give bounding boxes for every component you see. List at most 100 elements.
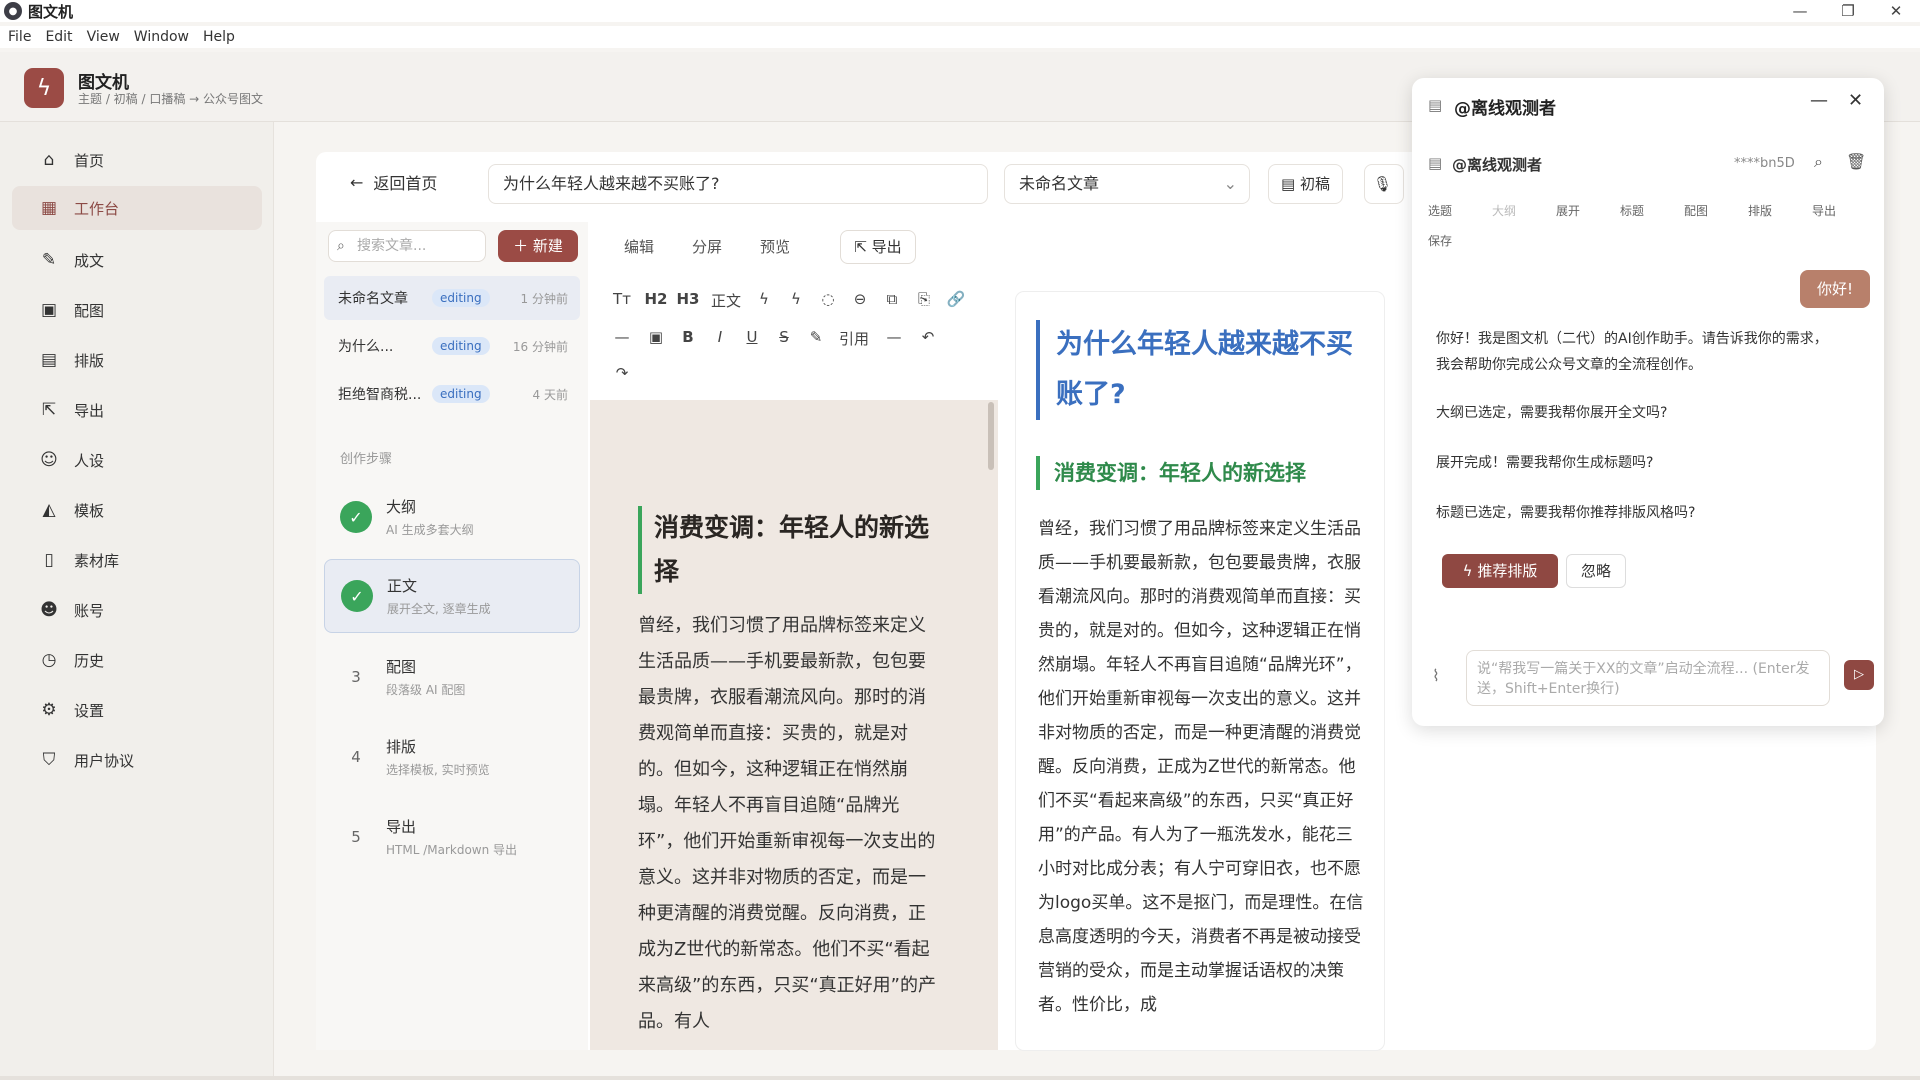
tool-title[interactable]: 标题 bbox=[1620, 202, 1644, 219]
sidebar-item-accounts[interactable]: ☻ 账号 bbox=[12, 588, 262, 632]
step-number: 5 bbox=[351, 828, 361, 846]
bold-button[interactable]: B bbox=[674, 328, 702, 346]
sidebar-item-persona[interactable]: ☺ 人设 bbox=[12, 438, 262, 482]
italic-button[interactable]: I bbox=[706, 328, 734, 346]
tool-export[interactable]: 导出 bbox=[1812, 202, 1836, 219]
sidebar-item-home[interactable]: ⌂ 首页 bbox=[12, 138, 262, 182]
tool-expand[interactable]: 展开 bbox=[1556, 202, 1580, 219]
divider-icon[interactable]: — bbox=[608, 328, 636, 346]
send-button[interactable]: ▷ bbox=[1844, 660, 1874, 690]
export-button[interactable]: ⇱ 导出 bbox=[840, 230, 916, 264]
drop-icon[interactable]: ◌ bbox=[814, 290, 842, 308]
sidebar-item-label: 模板 bbox=[74, 501, 105, 520]
microphone-button[interactable]: 🎙 bbox=[1364, 164, 1404, 204]
trash-icon[interactable]: 🗑 bbox=[1846, 152, 1866, 171]
preview-heading: 消费变调：年轻人的新选择 bbox=[1036, 456, 1306, 490]
ignore-button[interactable]: 忽略 bbox=[1566, 554, 1626, 588]
sidebar-item-label: 配图 bbox=[74, 301, 105, 320]
clipboard-icon[interactable]: ⎘ bbox=[910, 290, 938, 308]
sidebar-item-label: 导出 bbox=[74, 401, 105, 420]
sidebar-item-images[interactable]: ▣ 配图 bbox=[12, 288, 262, 332]
grid-icon: ▦ bbox=[40, 198, 58, 218]
list-item[interactable]: 拒绝智商税... editing 4 天前 bbox=[324, 372, 580, 416]
quote-button[interactable]: 引用 bbox=[834, 328, 874, 349]
microphone-icon: 🎙 bbox=[1373, 175, 1393, 193]
sidebar-item-label: 成文 bbox=[74, 251, 105, 270]
close-icon[interactable]: ✕ bbox=[1872, 0, 1920, 22]
tool-save[interactable]: 保存 bbox=[1428, 232, 1452, 249]
list-item[interactable]: 未命名文章 editing 1 分钟前 bbox=[324, 276, 580, 320]
menu-window[interactable]: Window bbox=[134, 29, 189, 45]
tool-images[interactable]: 配图 bbox=[1684, 202, 1708, 219]
tool-topic[interactable]: 选题 bbox=[1428, 202, 1452, 219]
highlight-icon[interactable]: ✎ bbox=[802, 328, 830, 346]
sidebar-item-layout[interactable]: ▤ 排版 bbox=[12, 338, 262, 382]
minimize-icon[interactable]: — bbox=[1810, 90, 1828, 111]
hr-icon[interactable]: — bbox=[880, 328, 908, 346]
copy-icon[interactable]: ⧉ bbox=[878, 290, 906, 308]
sidebar-item-library[interactable]: ▯ 素材库 bbox=[12, 538, 262, 582]
search-icon[interactable]: ⌕ bbox=[1814, 152, 1823, 172]
tab-edit[interactable]: 编辑 bbox=[624, 236, 654, 257]
undo-icon[interactable]: ↶ bbox=[914, 328, 942, 346]
pen-icon: ✎ bbox=[41, 250, 57, 270]
doc-name: 拒绝智商税... bbox=[338, 387, 422, 403]
article-select[interactable]: 未命名文章 ⌄ bbox=[1004, 164, 1250, 204]
tab-preview[interactable]: 预览 bbox=[760, 236, 790, 257]
assistant-message: 你好！我是图文机（二代）的AI创作助手。请告诉我你的需求，我会帮助你完成公众号文… bbox=[1436, 331, 1828, 373]
sidebar-item-history[interactable]: ◷ 历史 bbox=[12, 638, 262, 682]
sidebar-item-label: 历史 bbox=[74, 651, 105, 670]
paragraph-button[interactable]: 正文 bbox=[708, 290, 744, 311]
step-body[interactable]: ✓ 正文 展开全文, 逐章生成 bbox=[324, 559, 580, 633]
preview-title: 为什么年轻人越来越不买账了? bbox=[1036, 320, 1374, 420]
tool-outline[interactable]: 大纲 bbox=[1492, 202, 1516, 219]
menu-help[interactable]: Help bbox=[203, 29, 235, 45]
tool-layout[interactable]: 排版 bbox=[1748, 202, 1772, 219]
search-icon: ⌕ bbox=[337, 238, 345, 254]
menu-view[interactable]: View bbox=[87, 29, 120, 45]
step-desc: AI 生成多套大纲 bbox=[386, 523, 474, 537]
sidebar-item-export[interactable]: ⇱ 导出 bbox=[12, 388, 262, 432]
ai-icon[interactable]: ϟ bbox=[750, 290, 778, 308]
restore-icon[interactable]: ❐ bbox=[1824, 0, 1872, 22]
step-title: 正文 bbox=[387, 577, 418, 595]
menu-file[interactable]: File bbox=[8, 29, 31, 45]
step-export[interactable]: 5 导出 HTML /Markdown 导出 bbox=[324, 800, 580, 874]
link-icon[interactable]: 🔗 bbox=[942, 290, 970, 308]
underline-button[interactable]: U bbox=[738, 328, 766, 346]
new-article-button[interactable]: ＋ 新建 bbox=[498, 230, 578, 262]
chat-input[interactable]: 说“帮我写一篇关于XX的文章”启动全流程... (Enter发送，Shift+E… bbox=[1466, 650, 1830, 706]
sidebar-item-write[interactable]: ✎ 成文 bbox=[12, 238, 262, 282]
h3-button[interactable]: H3 bbox=[674, 290, 702, 308]
window-titlebar: ● 图文机 — ❐ ✕ bbox=[0, 0, 1920, 22]
attachment-icon[interactable]: ⌇ bbox=[1432, 666, 1440, 685]
step-images[interactable]: 3 配图 段落级 AI 配图 bbox=[324, 640, 580, 714]
emoji-icon[interactable]: ⊖ bbox=[846, 290, 874, 308]
search-input[interactable]: ⌕ 搜索文章... bbox=[328, 230, 486, 262]
sidebar-item-settings[interactable]: ⚙ 设置 bbox=[12, 688, 262, 732]
menu-edit[interactable]: Edit bbox=[45, 29, 72, 45]
step-outline[interactable]: ✓ 大纲 AI 生成多套大纲 bbox=[324, 480, 580, 554]
minimize-icon[interactable]: — bbox=[1776, 0, 1824, 22]
doc-name: 未命名文章 bbox=[338, 291, 408, 307]
recommend-layout-button[interactable]: ϟ 推荐排版 bbox=[1442, 554, 1558, 588]
sidebar-item-agreement[interactable]: ⛉ 用户协议 bbox=[12, 738, 262, 782]
back-home-button[interactable]: ← 返回首页 bbox=[350, 170, 437, 194]
list-item[interactable]: 为什么... editing 16 分钟前 bbox=[324, 324, 580, 368]
sidebar-item-workbench[interactable]: ▦ 工作台 bbox=[12, 186, 262, 230]
article-title-input[interactable]: 为什么年轻人越来越不买账了? bbox=[488, 164, 988, 204]
recommend-layout-label: 推荐排版 bbox=[1477, 562, 1538, 580]
h2-button[interactable]: H2 bbox=[642, 290, 670, 308]
close-icon[interactable]: ✕ bbox=[1848, 90, 1863, 111]
tab-split[interactable]: 分屏 bbox=[692, 236, 722, 257]
image-icon[interactable]: ▣ bbox=[642, 328, 670, 346]
sidebar-item-label: 用户协议 bbox=[74, 751, 135, 770]
text-size-button[interactable]: Tт bbox=[608, 290, 636, 308]
editor-scrollbar[interactable] bbox=[988, 402, 994, 470]
draft-button[interactable]: ▤ 初稿 bbox=[1268, 164, 1343, 204]
sidebar-item-templates[interactable]: ◭ 模板 bbox=[12, 488, 262, 532]
ai-rewrite-icon[interactable]: ϟ bbox=[782, 290, 810, 308]
redo-icon[interactable]: ↷ bbox=[608, 364, 636, 382]
strikethrough-button[interactable]: S bbox=[770, 328, 798, 346]
step-layout[interactable]: 4 排版 选择模板, 实时预览 bbox=[324, 720, 580, 794]
